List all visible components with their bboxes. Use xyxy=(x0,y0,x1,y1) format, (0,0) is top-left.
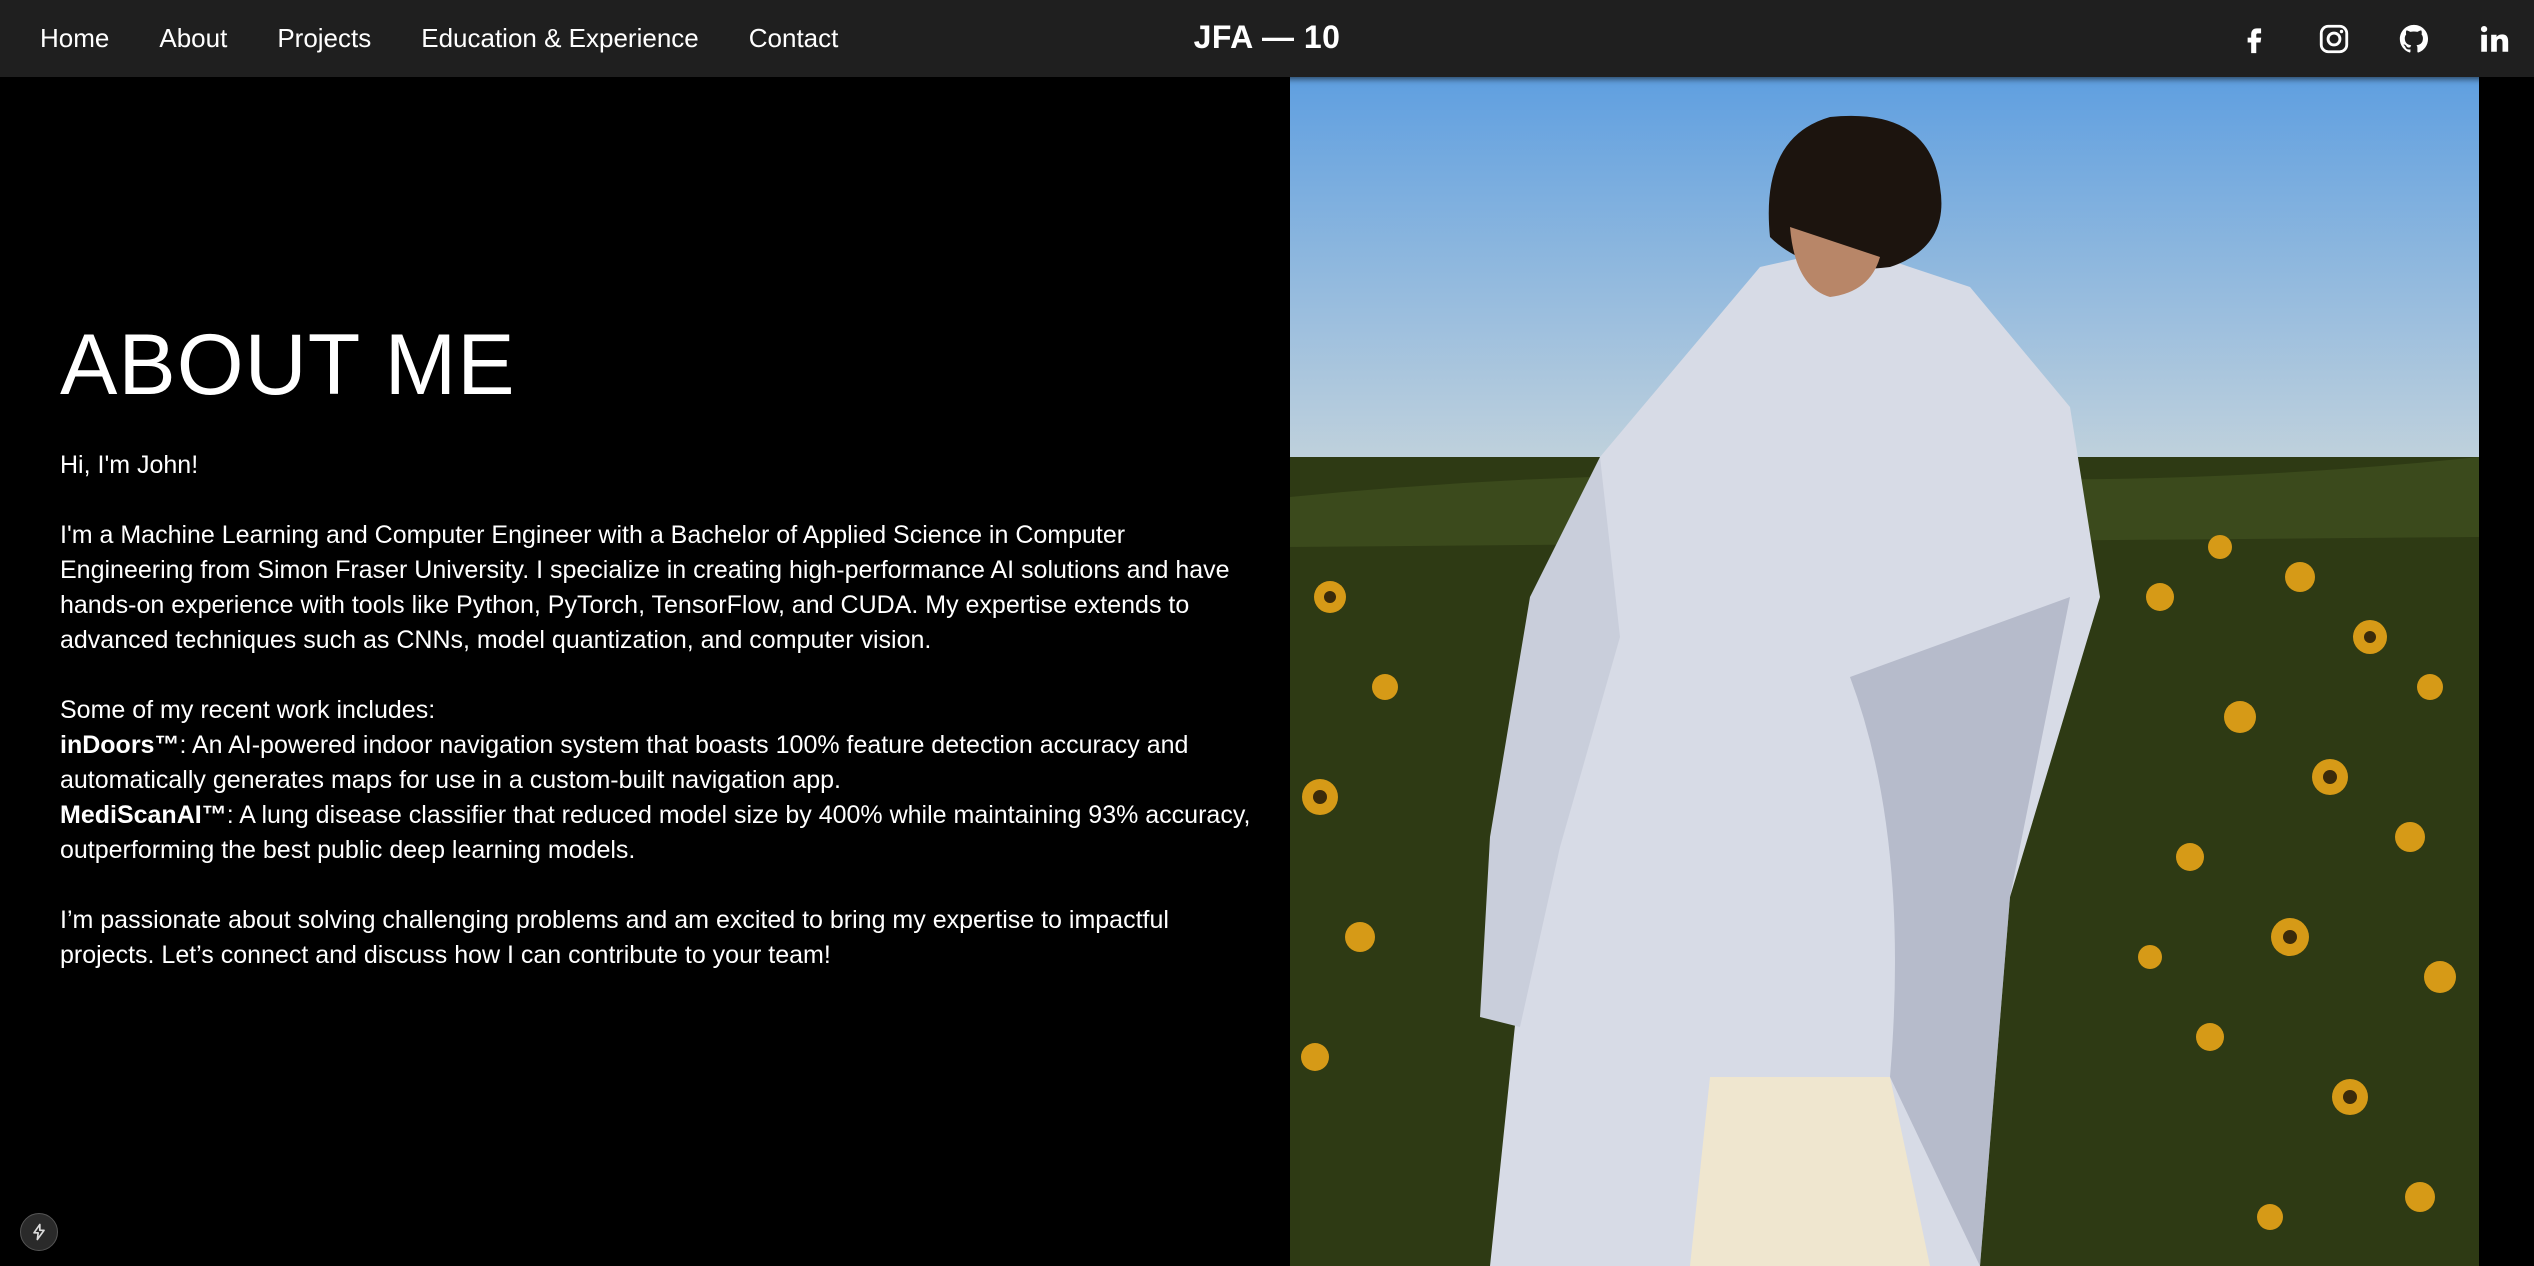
recent-work-intro: Some of my recent work includes: xyxy=(60,696,436,724)
social-links xyxy=(2192,0,2512,77)
profile-photo xyxy=(1290,77,2479,1266)
site-brand[interactable]: JFA — 10 xyxy=(1194,19,1341,55)
closing-paragraph: I’m passionate about solving challenging… xyxy=(60,906,1169,969)
facebook-icon[interactable] xyxy=(2236,21,2272,57)
about-heading: ABOUT ME xyxy=(60,317,516,413)
instagram-icon[interactable] xyxy=(2316,21,2352,57)
project-desc-mediscanai: : A lung disease classifier that reduced… xyxy=(60,801,1251,864)
about-section: ABOUT ME Hi, I'm John! I'm a Machine Lea… xyxy=(60,300,1260,1008)
nav-link-education-experience[interactable]: Education & Experience xyxy=(421,23,699,54)
project-name-mediscanai: MediScanAI™ xyxy=(60,801,227,829)
linkedin-icon[interactable] xyxy=(2476,21,2512,57)
greeting-text: Hi, I'm John! xyxy=(60,451,199,479)
project-desc-indoors: : An AI-powered indoor navigation system… xyxy=(60,731,1189,794)
github-icon[interactable] xyxy=(2396,21,2432,57)
navbar: Home About Projects Education & Experien… xyxy=(0,0,2534,77)
nav-links: Home About Projects Education & Experien… xyxy=(40,0,888,77)
lightning-icon[interactable] xyxy=(20,1213,58,1251)
project-name-indoors: inDoors™ xyxy=(60,731,180,759)
photo-illustration xyxy=(1290,77,2479,1266)
nav-link-about[interactable]: About xyxy=(159,23,227,54)
nav-link-home[interactable]: Home xyxy=(40,23,109,54)
intro-paragraph: I'm a Machine Learning and Computer Engi… xyxy=(60,521,1230,654)
recent-work-paragraph: Some of my recent work includes: inDoors… xyxy=(60,693,1260,868)
nav-link-contact[interactable]: Contact xyxy=(749,23,839,54)
nav-link-projects[interactable]: Projects xyxy=(277,23,371,54)
